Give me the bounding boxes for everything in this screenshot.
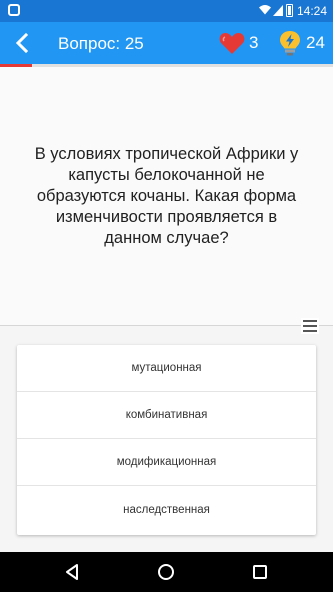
nav-recents-button[interactable]	[251, 563, 269, 581]
question-text: В условиях тропической Африки у капусты …	[34, 144, 299, 247]
question-area: В условиях тропической Африки у капусты …	[0, 67, 333, 325]
status-bar: 14:24	[0, 0, 333, 22]
lives-counter: 3	[219, 31, 258, 55]
answer-option[interactable]: комбинативная	[17, 392, 316, 439]
lives-count: 3	[249, 33, 259, 52]
hints-counter[interactable]: 24	[278, 30, 325, 56]
app-notification-icon	[8, 4, 20, 16]
home-circle-icon	[158, 564, 174, 580]
signal-icon	[273, 5, 283, 16]
answer-option[interactable]: наследственная	[17, 486, 316, 533]
arrow-left-icon	[15, 32, 29, 54]
answer-option[interactable]: мутационная	[17, 345, 316, 392]
nav-back-button[interactable]	[64, 563, 82, 581]
answers-card: мутационная комбинативная модификационна…	[17, 345, 316, 535]
divider	[0, 325, 333, 326]
menu-icon-line	[303, 330, 317, 332]
system-nav-bar	[0, 552, 333, 592]
status-time: 14:24	[296, 4, 327, 18]
recents-square-icon	[253, 565, 267, 579]
wifi-icon	[259, 5, 271, 15]
question-number-title: Вопрос: 25	[58, 34, 144, 53]
lightbulb-icon	[280, 31, 300, 56]
back-triangle-icon	[66, 564, 78, 580]
menu-icon	[303, 320, 317, 322]
hints-count: 24	[306, 33, 325, 52]
back-button[interactable]	[10, 30, 36, 56]
app-bar: Вопрос: 25 3 24	[0, 22, 333, 64]
heart-icon	[219, 33, 245, 54]
menu-button[interactable]	[301, 318, 319, 334]
nav-home-button[interactable]	[157, 563, 175, 581]
menu-icon-line	[303, 325, 317, 327]
battery-icon	[286, 4, 293, 17]
answer-option[interactable]: модификационная	[17, 439, 316, 486]
